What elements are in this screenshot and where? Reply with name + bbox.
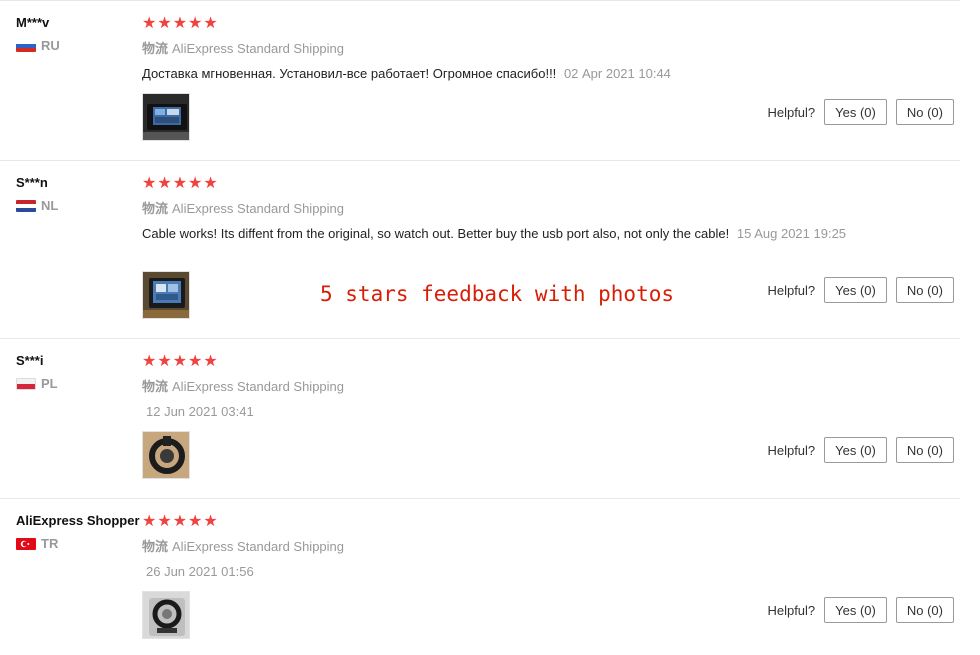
reviewer-info: M***v RU bbox=[16, 15, 60, 53]
reviewer-info: S***n NL bbox=[16, 175, 58, 213]
turkey-flag-icon bbox=[16, 537, 36, 550]
car-stereo-photo-icon bbox=[143, 94, 189, 140]
helpful-yes-button[interactable]: Yes (0) bbox=[824, 597, 887, 623]
shipping-info: 物流 AliExpress Standard Shipping bbox=[142, 198, 862, 217]
helpful-label: Helpful? bbox=[767, 442, 816, 458]
review-body: Cable works! Its diffent from the origin… bbox=[142, 226, 730, 241]
review-content: ★★★★★ 物流 AliExpress Standard Shipping 12 … bbox=[142, 353, 862, 421]
review-text: Cable works! Its diffent from the origin… bbox=[142, 225, 854, 243]
shipping-label: 物流 bbox=[142, 201, 169, 216]
shipping-label: 物流 bbox=[142, 379, 169, 394]
shipping-info: 物流 AliExpress Standard Shipping bbox=[142, 536, 862, 555]
review-content: ★★★★★ 物流 AliExpress Standard Shipping Дос… bbox=[142, 15, 862, 83]
review-item: M***v RU ★★★★★ 物流 AliExpress Standard Shi… bbox=[0, 0, 960, 160]
helpful-label: Helpful? bbox=[767, 104, 816, 120]
helpful-label: Helpful? bbox=[767, 602, 816, 618]
russia-flag-icon bbox=[16, 39, 36, 52]
reviewer-info: AliExpress Shopper TR bbox=[16, 513, 140, 551]
review-content: ★★★★★ 物流 AliExpress Standard Shipping Cab… bbox=[142, 175, 862, 243]
reviewer-name: M***v bbox=[16, 15, 50, 30]
rating-stars: ★★★★★ bbox=[142, 175, 219, 192]
helpful-vote: Helpful? Yes (0) No (0) bbox=[767, 99, 954, 125]
review-date: 02 Apr 2021 10:44 bbox=[563, 66, 671, 81]
shipping-method: AliExpress Standard Shipping bbox=[172, 539, 345, 554]
shipping-label: 物流 bbox=[142, 539, 169, 554]
rating-stars: ★★★★★ bbox=[142, 513, 219, 530]
packaged-cable-photo-icon bbox=[143, 592, 189, 638]
reviewer-name: S***n bbox=[16, 175, 48, 190]
rating-stars: ★★★★★ bbox=[142, 15, 219, 32]
reviewer-info: S***i PL bbox=[16, 353, 58, 391]
helpful-yes-button[interactable]: Yes (0) bbox=[824, 437, 887, 463]
review-photo[interactable] bbox=[142, 591, 190, 639]
review-body: Доставка мгновенная. Установил-все работ… bbox=[142, 66, 557, 81]
review-date: 12 Jun 2021 03:41 bbox=[146, 404, 254, 419]
reviewer-country: RU bbox=[16, 38, 60, 53]
review-date: 26 Jun 2021 01:56 bbox=[146, 564, 254, 579]
cable-photo-icon bbox=[143, 432, 189, 478]
helpful-yes-button[interactable]: Yes (0) bbox=[824, 99, 887, 125]
review-item: AliExpress Shopper TR ★★★★★ 物流 AliExpress… bbox=[0, 498, 960, 655]
reviewer-name: S***i bbox=[16, 353, 44, 368]
netherlands-flag-icon bbox=[16, 199, 36, 212]
shipping-label: 物流 bbox=[142, 41, 169, 56]
review-photo[interactable] bbox=[142, 431, 190, 479]
country-code: NL bbox=[41, 198, 59, 213]
country-code: RU bbox=[41, 38, 60, 53]
review-date: 15 Aug 2021 19:25 bbox=[736, 226, 847, 241]
screen-device-photo-icon bbox=[143, 272, 189, 318]
poland-flag-icon bbox=[16, 377, 36, 390]
helpful-no-button[interactable]: No (0) bbox=[895, 597, 954, 623]
helpful-vote: Helpful? Yes (0) No (0) bbox=[767, 597, 954, 623]
helpful-no-button[interactable]: No (0) bbox=[895, 437, 954, 463]
review-text: Доставка мгновенная. Установил-все работ… bbox=[142, 65, 854, 83]
shipping-info: 物流 AliExpress Standard Shipping bbox=[142, 38, 862, 57]
country-code: PL bbox=[41, 376, 58, 391]
helpful-no-button[interactable]: No (0) bbox=[895, 99, 954, 125]
watermark-caption: 5 stars feedback with photos bbox=[320, 282, 675, 306]
review-content: ★★★★★ 物流 AliExpress Standard Shipping 26 … bbox=[142, 513, 862, 581]
country-code: TR bbox=[41, 536, 59, 551]
shipping-info: 物流 AliExpress Standard Shipping bbox=[142, 376, 862, 395]
shipping-method: AliExpress Standard Shipping bbox=[172, 41, 345, 56]
shipping-method: AliExpress Standard Shipping bbox=[172, 201, 345, 216]
review-photo[interactable] bbox=[142, 271, 190, 319]
rating-stars: ★★★★★ bbox=[142, 353, 219, 370]
review-photo[interactable] bbox=[142, 93, 190, 141]
helpful-vote: Helpful? Yes (0) No (0) bbox=[767, 437, 954, 463]
helpful-no-button[interactable]: No (0) bbox=[895, 277, 954, 303]
review-item: S***i PL ★★★★★ 物流 AliExpress Standard Shi… bbox=[0, 338, 960, 498]
helpful-yes-button[interactable]: Yes (0) bbox=[824, 277, 887, 303]
helpful-label: Helpful? bbox=[767, 282, 816, 298]
reviewer-country: TR bbox=[16, 536, 140, 551]
helpful-vote: Helpful? Yes (0) No (0) bbox=[767, 277, 954, 303]
reviewer-country: PL bbox=[16, 376, 58, 391]
reviewer-name: AliExpress Shopper bbox=[16, 513, 140, 528]
reviewer-country: NL bbox=[16, 198, 58, 213]
shipping-method: AliExpress Standard Shipping bbox=[172, 379, 345, 394]
